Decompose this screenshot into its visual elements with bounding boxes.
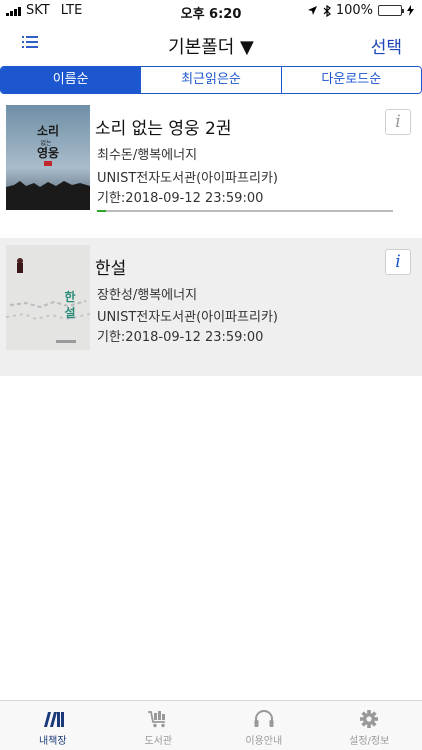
book-due-date: 기한:2018-09-12 23:59:00: [97, 191, 264, 206]
headset-icon: [254, 710, 274, 727]
location-arrow-icon: [307, 6, 317, 15]
folder-title: 기본폴더 ▼: [0, 33, 422, 59]
book-row[interactable]: 한 설 한설 장한성/행복에너지 UNIST전자도서관(아이파프리카) 기한:2…: [0, 238, 422, 376]
bluetooth-icon: [323, 4, 331, 17]
charging-bolt-icon: [407, 5, 414, 16]
sort-tab-name[interactable]: 이름순: [1, 67, 142, 93]
svg-text:영웅: 영웅: [37, 145, 59, 160]
select-button[interactable]: 선택: [371, 33, 402, 58]
info-button[interactable]: i: [385, 249, 411, 275]
svg-text:설: 설: [64, 305, 75, 320]
book-row[interactable]: 소리 영웅 없는 소리 없는 영웅 2권 최수돈/행복에너지 UNIST전자도서…: [0, 100, 422, 238]
status-bar: SKT LTE 오후 6:20 100%: [0, 0, 422, 22]
svg-text:소리: 소리: [37, 123, 59, 138]
reading-progress: [97, 210, 393, 212]
nav-bar: 기본폴더 ▼ 선택: [0, 22, 422, 66]
battery-icon: [378, 5, 404, 16]
tab-bar: 내책장 도서관 이용안내 설정/정보: [0, 700, 422, 750]
battery-percent: 100%: [335, 3, 373, 18]
sort-tab-download[interactable]: 다운로드순: [281, 67, 421, 93]
tab-settings[interactable]: 설정/정보: [317, 701, 422, 750]
tab-label: 내책장: [38, 736, 67, 747]
sort-segmented-control: 이름순 최근읽은순 다운로드순: [0, 66, 422, 94]
tab-my-bookshelf[interactable]: 내책장: [0, 701, 106, 750]
cover-image: 소리 영웅 없는: [6, 105, 90, 210]
status-right: 100%: [307, 3, 414, 18]
book-author: 장한성/행복에너지: [97, 288, 198, 303]
sort-tab-recent[interactable]: 최근읽은순: [141, 67, 282, 93]
reading-progress-fill: [97, 210, 106, 212]
svg-text:한: 한: [64, 289, 75, 304]
info-icon: i: [395, 112, 401, 132]
info-button[interactable]: i: [385, 109, 411, 135]
tab-label: 이용안내: [245, 736, 283, 747]
svg-text:없는: 없는: [40, 139, 52, 147]
folder-dropdown[interactable]: 기본폴더 ▼: [168, 37, 254, 58]
cover-image: 한 설: [6, 245, 90, 350]
book-author: 최수돈/행복에너지: [97, 148, 198, 163]
info-icon: i: [395, 252, 401, 272]
book-library: UNIST전자도서관(아이파프리카): [97, 171, 278, 186]
cart-icon: [148, 711, 166, 728]
gear-icon: [360, 710, 379, 728]
tab-guide[interactable]: 이용안내: [211, 701, 317, 750]
book-due-date: 기한:2018-09-12 23:59:00: [97, 330, 264, 345]
book-title[interactable]: 소리 없는 영웅 2권: [95, 114, 232, 139]
tab-label: 설정/정보: [349, 736, 390, 747]
book-cover[interactable]: 소리 영웅 없는: [6, 105, 90, 210]
book-cover[interactable]: 한 설: [6, 245, 90, 350]
tab-library[interactable]: 도서관: [106, 701, 212, 750]
book-title[interactable]: 한설: [95, 254, 126, 279]
book-library: UNIST전자도서관(아이파프리카): [97, 310, 278, 325]
tab-label: 도서관: [144, 736, 173, 747]
books-icon: [43, 712, 64, 727]
